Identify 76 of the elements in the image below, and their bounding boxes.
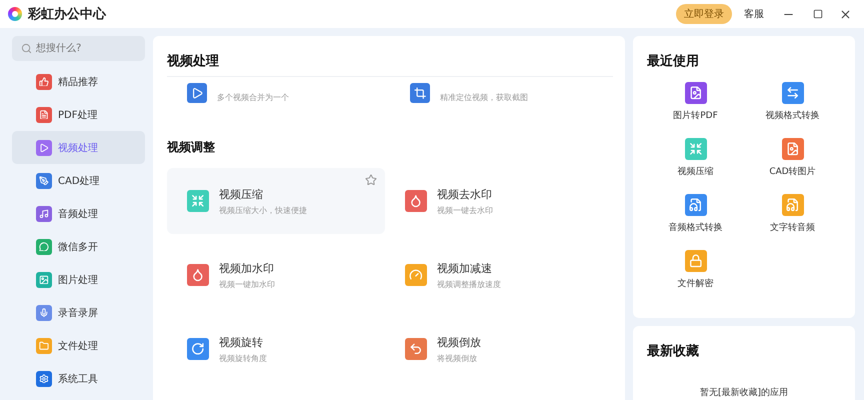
section-heading: 视频调整 [167, 139, 216, 156]
recent-app-label[interactable]: CAD转图片 [769, 165, 816, 178]
close-icon[interactable] [839, 8, 852, 20]
sidebar-item[interactable]: CAD处理 [12, 164, 145, 197]
sidebar-item[interactable]: 录音录屏 [12, 296, 145, 329]
category-icon [36, 272, 52, 288]
star-icon[interactable] [365, 174, 377, 186]
sidebar-item[interactable]: 精品推荐 [12, 65, 145, 98]
category-icon [36, 140, 52, 156]
tool-card[interactable]: 视频加减速 视频调整播放速度 [385, 242, 603, 308]
search-field[interactable]: 想搜什么? [12, 36, 145, 61]
category-icon [36, 238, 52, 254]
tool-card[interactable]: 视频去水印 视频一键去水印 [385, 168, 603, 234]
recent-app-label[interactable]: 图片转PDF [673, 109, 718, 122]
sidebar-item[interactable]: 文件处理 [12, 329, 145, 362]
tool-name: 视频压缩 [219, 186, 264, 202]
category-icon [36, 172, 52, 188]
page-heading: 视频处理 [167, 53, 220, 70]
login-button[interactable]: 立即登录 [676, 4, 732, 24]
category-icon [36, 304, 52, 320]
tool-description: 视频压缩大小，快速便捷 [219, 204, 307, 216]
recent-app-label[interactable]: 视频格式转换 [766, 109, 820, 122]
tool-icon [187, 264, 209, 286]
tool-description: 将视频倒放 [437, 352, 478, 364]
app-icon [684, 194, 706, 216]
tool-name: 视频加减速 [437, 260, 493, 276]
recent-app-label[interactable]: 文字转音频 [770, 221, 815, 234]
sidebar-item[interactable]: 视频处理 [12, 131, 145, 164]
panel-heading: 最新收藏 [647, 342, 700, 360]
customer-service-link[interactable]: 客服 [744, 7, 764, 21]
tool-name: 视频加水印 [219, 260, 275, 276]
category-icon [36, 206, 52, 222]
sidebar-item[interactable]: 系统工具 [12, 362, 145, 395]
app-title: 彩虹办公中心 [28, 6, 108, 23]
tool-card[interactable]: 视频压缩 视频压缩大小，快速便捷 [167, 168, 385, 234]
app-icon [684, 138, 706, 160]
recent-app-label[interactable]: 视频压缩 [678, 165, 714, 178]
app-icon [684, 250, 706, 272]
tool-icon [405, 264, 427, 286]
tool-description: 视频一键去水印 [437, 204, 493, 216]
category-icon [36, 74, 52, 90]
category-icon [36, 338, 52, 354]
recent-app-label[interactable]: 音频格式转换 [668, 221, 722, 234]
sidebar-item[interactable]: 微信多开 [12, 230, 145, 263]
app-icon [684, 82, 706, 104]
app-icon [782, 138, 804, 160]
tool-name: 视频旋转 [219, 334, 264, 350]
tool-description: 视频调整播放速度 [437, 278, 501, 290]
search-icon [21, 43, 32, 54]
tool-icon [405, 338, 427, 360]
app-icon [782, 82, 804, 104]
category-icon [36, 370, 52, 386]
tool-card[interactable]: 视频倒放 将视频倒放 [385, 316, 603, 382]
sidebar-item[interactable]: PDF处理 [12, 98, 145, 131]
tool-icon [405, 190, 427, 212]
tool-card[interactable]: 视频旋转 视频旋转角度 [167, 316, 385, 382]
tool-card[interactable]: 视频加水印 视频一键加水印 [167, 242, 385, 308]
tool-icon [187, 338, 209, 360]
maximize-icon[interactable] [813, 9, 823, 19]
sidebar-item[interactable]: 图片处理 [12, 263, 145, 296]
tool-name: 视频去水印 [437, 186, 493, 202]
app-icon [782, 194, 804, 216]
empty-message: 暂无[最新收藏]的应用 [698, 386, 790, 399]
tool-icon [187, 83, 207, 103]
tool-icon [410, 83, 430, 103]
sidebar-item[interactable]: 音频处理 [12, 197, 145, 230]
tool-description: 精准定位视频，获取截图 [440, 92, 528, 103]
recent-app-label[interactable]: 文件解密 [678, 277, 714, 290]
rainbow-ring-icon [8, 7, 22, 21]
tool-description: 视频一键加水印 [219, 278, 275, 290]
tool-description: 多个视频合并为一个 [217, 92, 289, 103]
tool-name: 视频倒放 [437, 334, 481, 350]
tool-icon [187, 190, 209, 212]
tool-description: 视频旋转角度 [219, 352, 267, 364]
category-icon [36, 106, 52, 122]
panel-heading: 最近使用 [647, 53, 700, 70]
